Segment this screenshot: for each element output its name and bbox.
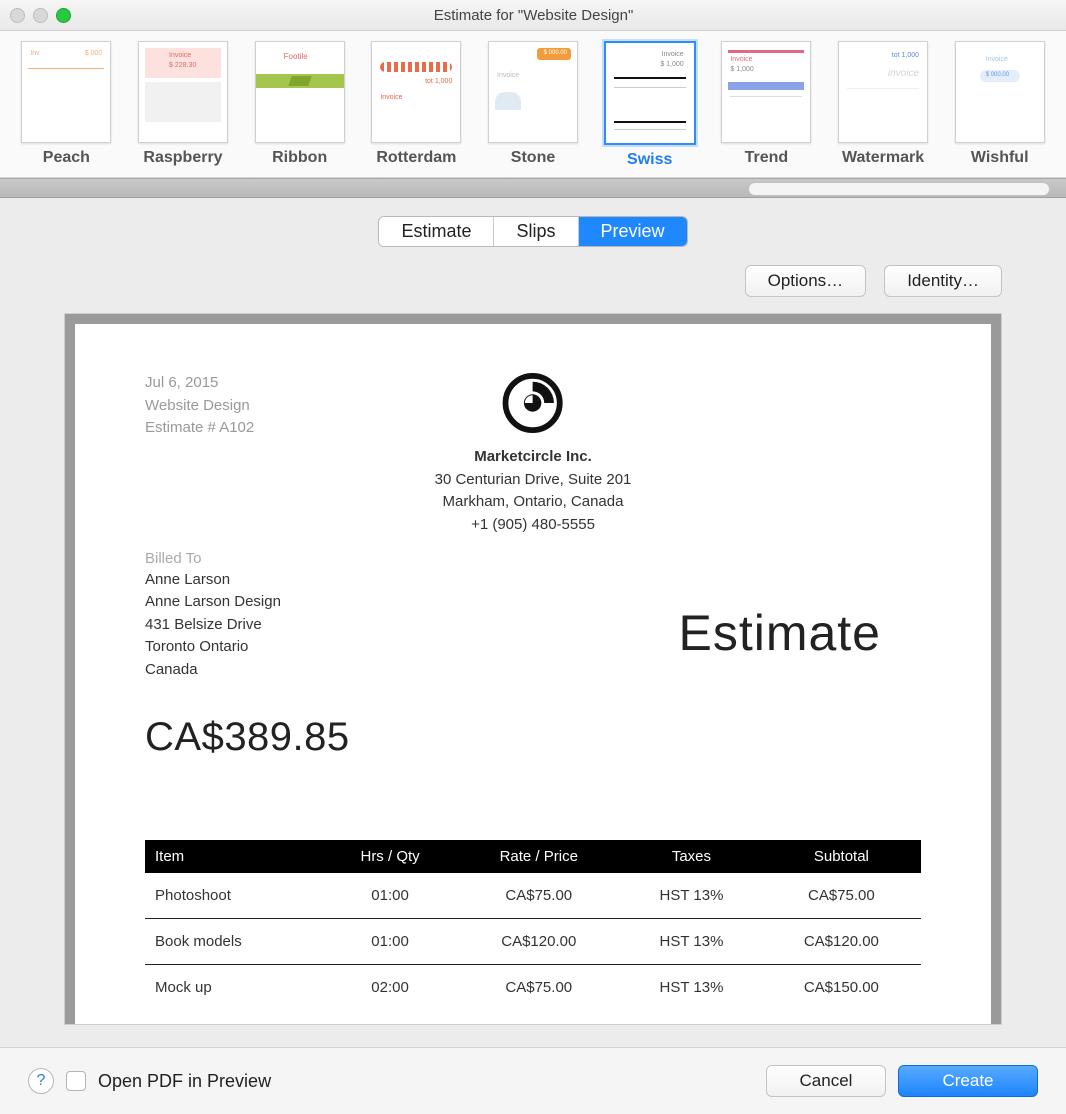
titlebar: Estimate for "Website Design" bbox=[0, 0, 1066, 31]
template-thumb: tot 1,000 Invoice bbox=[371, 41, 461, 143]
open-pdf-label: Open PDF in Preview bbox=[98, 1071, 271, 1092]
template-label: Swiss bbox=[627, 151, 672, 169]
bottom-bar: ? Open PDF in Preview Cancel Create bbox=[0, 1047, 1066, 1114]
billed-to-label: Billed To bbox=[145, 550, 921, 567]
template-ribbon[interactable]: Footile Ribbon bbox=[241, 41, 358, 177]
template-stone[interactable]: $ 000.00 Invoice Stone bbox=[475, 41, 592, 177]
toolbar-row: Options… Identity… bbox=[0, 247, 1066, 297]
template-trend[interactable]: Invoice $ 1,000 Trend bbox=[708, 41, 825, 177]
template-swiss[interactable]: Invoice $ 1,000 Swiss bbox=[591, 41, 708, 177]
cell-item: Mock up bbox=[145, 965, 324, 1011]
template-peach[interactable]: Inv $ 000 Peach bbox=[8, 41, 125, 177]
company-name: Marketcircle Inc. bbox=[435, 446, 632, 469]
traffic-lights bbox=[10, 8, 71, 23]
template-strip: Inv $ 000 Peach Invoice $ 228.30 Raspber… bbox=[0, 31, 1066, 178]
cell-hrs: 01:00 bbox=[324, 873, 457, 919]
company-address2: Markham, Ontario, Canada bbox=[435, 491, 632, 514]
cell-subtotal: CA$150.00 bbox=[762, 965, 921, 1011]
document-preview: Jul 6, 2015 Website Design Estimate # A1… bbox=[75, 324, 991, 1025]
cell-rate: CA$75.00 bbox=[456, 873, 621, 919]
cell-taxes: HST 13% bbox=[621, 965, 762, 1011]
template-thumb: Invoice $ 1,000 bbox=[721, 41, 811, 143]
minimize-button[interactable] bbox=[33, 8, 48, 23]
cell-subtotal: CA$120.00 bbox=[762, 919, 921, 965]
company-logo-icon bbox=[502, 372, 564, 434]
template-watermark[interactable]: tot 1,000 invoice Watermark bbox=[825, 41, 942, 177]
col-item: Item bbox=[145, 840, 324, 873]
template-thumb: tot 1,000 invoice bbox=[838, 41, 928, 143]
help-button[interactable]: ? bbox=[28, 1068, 54, 1094]
template-wishful[interactable]: Invoice $ 000.00 Wishful bbox=[941, 41, 1058, 177]
template-label: Raspberry bbox=[143, 149, 222, 167]
cell-item: Photoshoot bbox=[145, 873, 324, 919]
table-row: Book models 01:00 CA$120.00 HST 13% CA$1… bbox=[145, 919, 921, 965]
company-phone: +1 (905) 480-5555 bbox=[435, 514, 632, 537]
col-rate: Rate / Price bbox=[456, 840, 621, 873]
template-thumb: Invoice $ 1,000 bbox=[604, 41, 696, 145]
table-row: Photoshoot 01:00 CA$75.00 HST 13% CA$75.… bbox=[145, 873, 921, 919]
cell-taxes: HST 13% bbox=[621, 919, 762, 965]
template-label: Watermark bbox=[842, 149, 924, 167]
template-scrollbar[interactable] bbox=[0, 178, 1066, 198]
cell-rate: CA$120.00 bbox=[456, 919, 621, 965]
document-title: Estimate bbox=[678, 604, 881, 662]
zoom-button[interactable] bbox=[56, 8, 71, 23]
segment-estimate[interactable]: Estimate bbox=[379, 217, 493, 246]
billed-name: Anne Larson bbox=[145, 569, 921, 592]
template-rotterdam[interactable]: tot 1,000 Invoice Rotterdam bbox=[358, 41, 475, 177]
cell-item: Book models bbox=[145, 919, 324, 965]
template-label: Peach bbox=[43, 149, 90, 167]
template-thumb: $ 000.00 Invoice bbox=[488, 41, 578, 143]
options-button[interactable]: Options… bbox=[745, 265, 867, 297]
cell-taxes: HST 13% bbox=[621, 873, 762, 919]
cell-rate: CA$75.00 bbox=[456, 965, 621, 1011]
company-block: Marketcircle Inc. 30 Centurian Drive, Su… bbox=[435, 372, 632, 536]
template-label: Trend bbox=[745, 149, 789, 167]
cancel-button[interactable]: Cancel bbox=[766, 1065, 886, 1097]
col-subtotal: Subtotal bbox=[762, 840, 921, 873]
window-title: Estimate for "Website Design" bbox=[71, 7, 996, 24]
table-row: Mock up 02:00 CA$75.00 HST 13% CA$150.00 bbox=[145, 965, 921, 1011]
template-label: Wishful bbox=[971, 149, 1029, 167]
segment-slips[interactable]: Slips bbox=[493, 217, 577, 246]
template-thumb: Footile bbox=[255, 41, 345, 143]
cell-subtotal: CA$75.00 bbox=[762, 873, 921, 919]
template-thumb: Invoice $ 000.00 bbox=[955, 41, 1045, 143]
create-button[interactable]: Create bbox=[898, 1065, 1038, 1097]
template-raspberry[interactable]: Invoice $ 228.30 Raspberry bbox=[125, 41, 242, 177]
template-thumb: Inv $ 000 bbox=[21, 41, 111, 143]
document-total: CA$389.85 bbox=[145, 715, 921, 760]
col-taxes: Taxes bbox=[621, 840, 762, 873]
template-label: Ribbon bbox=[272, 149, 327, 167]
template-thumb: Invoice $ 228.30 bbox=[138, 41, 228, 143]
company-address1: 30 Centurian Drive, Suite 201 bbox=[435, 469, 632, 492]
line-items-table: Item Hrs / Qty Rate / Price Taxes Subtot… bbox=[145, 840, 921, 1010]
open-pdf-checkbox[interactable] bbox=[66, 1071, 86, 1091]
preview-area: Jul 6, 2015 Website Design Estimate # A1… bbox=[64, 313, 1002, 1025]
template-label: Rotterdam bbox=[376, 149, 456, 167]
view-mode-segment: Estimate Slips Preview bbox=[0, 216, 1066, 247]
window: Estimate for "Website Design" Inv $ 000 … bbox=[0, 0, 1066, 1114]
template-label: Stone bbox=[511, 149, 555, 167]
close-button[interactable] bbox=[10, 8, 25, 23]
cell-hrs: 02:00 bbox=[324, 965, 457, 1011]
col-hrs: Hrs / Qty bbox=[324, 840, 457, 873]
identity-button[interactable]: Identity… bbox=[884, 265, 1002, 297]
segment-preview[interactable]: Preview bbox=[578, 217, 687, 246]
cell-hrs: 01:00 bbox=[324, 919, 457, 965]
